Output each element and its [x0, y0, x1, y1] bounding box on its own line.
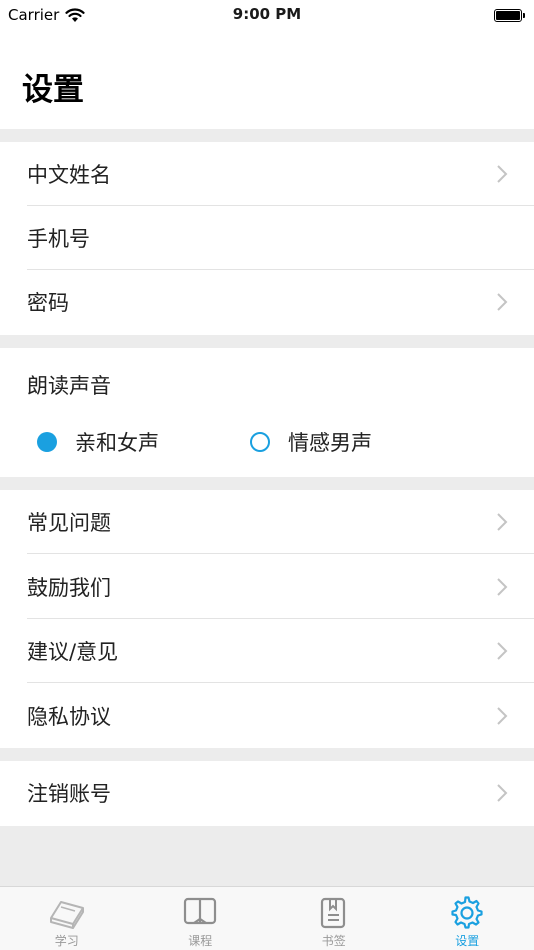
tab-label: 设置 — [455, 934, 480, 948]
gear-icon — [451, 896, 483, 929]
settings-row-encourage[interactable]: 鼓励我们 — [0, 555, 534, 619]
bottom-filler — [0, 826, 534, 886]
section-separator — [0, 477, 534, 490]
chevron-right-icon — [497, 642, 508, 660]
tab-bar: 学习 课程 书签 设置 — [0, 886, 534, 950]
tab-label: 课程 — [188, 934, 213, 948]
chevron-right-icon — [497, 293, 508, 311]
voice-option-female[interactable]: 亲和女声 — [37, 427, 159, 457]
chevron-right-icon — [497, 578, 508, 596]
row-label: 密码 — [27, 291, 69, 315]
tab-label: 书签 — [321, 934, 346, 948]
voice-option-label: 情感男声 — [288, 431, 372, 455]
settings-row-faq[interactable]: 常见问题 — [0, 490, 534, 554]
row-label: 隐私协议 — [27, 705, 111, 729]
settings-row-feedback[interactable]: 建议/意见 — [0, 619, 534, 683]
settings-row-chinese-name[interactable]: 中文姓名 — [0, 142, 534, 206]
tab-bookmarks[interactable]: 书签 — [267, 887, 401, 950]
tab-courses[interactable]: 课程 — [134, 887, 268, 950]
row-label: 鼓励我们 — [27, 576, 111, 600]
tab-settings[interactable]: 设置 — [401, 887, 534, 950]
settings-row-privacy[interactable]: 隐私协议 — [0, 684, 534, 748]
row-label: 中文姓名 — [27, 163, 111, 187]
open-book-icon — [184, 897, 217, 925]
chevron-right-icon — [497, 513, 508, 531]
section-separator — [0, 129, 534, 142]
radio-selected-icon[interactable] — [37, 432, 57, 452]
chevron-right-icon — [497, 784, 508, 802]
status-time: 9:00 PM — [232, 5, 302, 23]
tab-study[interactable]: 学习 — [0, 887, 134, 950]
settings-row-phone[interactable]: 手机号 — [0, 206, 534, 270]
settings-row-password[interactable]: 密码 — [0, 270, 534, 334]
book-stack-icon — [49, 901, 84, 929]
voice-option-label: 亲和女声 — [75, 431, 159, 455]
page-title: 设置 — [22, 72, 84, 108]
row-label: 注销账号 — [27, 782, 111, 806]
chevron-right-icon — [497, 165, 508, 183]
settings-row-delete-account[interactable]: 注销账号 — [0, 761, 534, 825]
bookmark-icon — [320, 897, 345, 929]
row-label: 建议/意见 — [27, 640, 119, 664]
section-separator — [0, 335, 534, 348]
voice-option-male[interactable]: 情感男声 — [250, 427, 372, 457]
chevron-right-icon — [497, 707, 508, 725]
voice-title: 朗读声音 — [27, 374, 111, 398]
tab-label: 学习 — [54, 934, 79, 948]
voice-section: 朗读声音 亲和女声 情感男声 — [0, 348, 534, 477]
row-label: 手机号 — [27, 227, 90, 251]
row-label: 常见问题 — [27, 511, 111, 535]
radio-unselected-icon[interactable] — [250, 432, 270, 452]
section-separator — [0, 748, 534, 761]
